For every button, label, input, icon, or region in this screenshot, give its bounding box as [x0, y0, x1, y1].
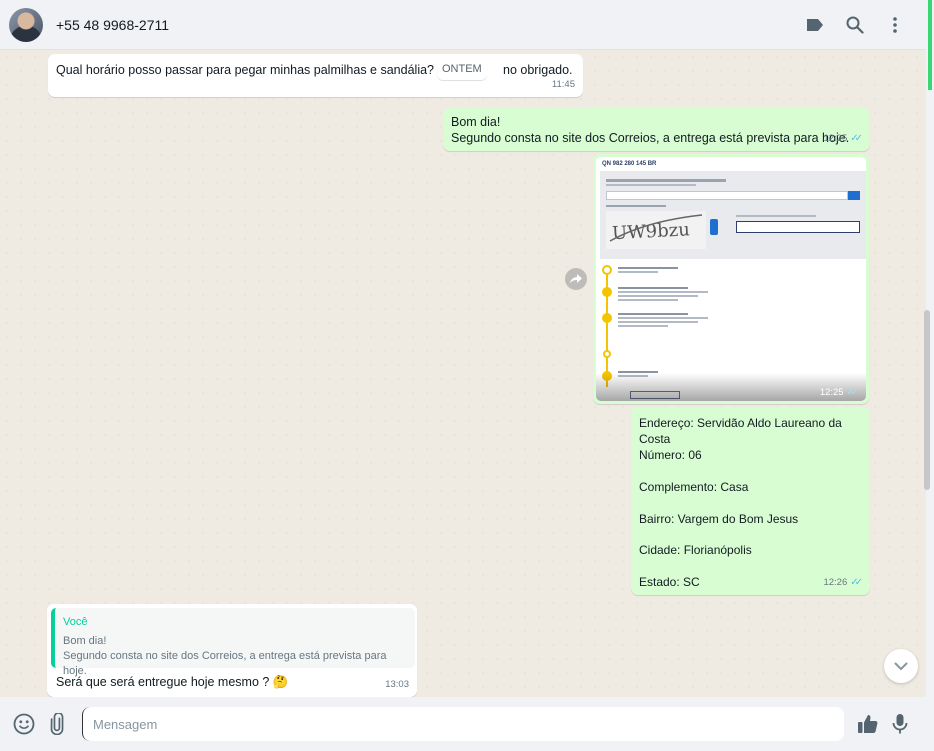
message-outgoing[interactable]: Bom dia! Segundo consta no site dos Corr…: [443, 108, 870, 151]
address-neighborhood: Bairro: Vargem do Bom Jesus: [639, 512, 799, 526]
search-icon[interactable]: [844, 14, 866, 36]
message-time: 12:26: [823, 577, 848, 588]
tracking-search-panel: UW9bzu: [600, 171, 866, 259]
address-street: Endereço: Servidão Aldo Laureano da Cost…: [639, 416, 842, 446]
quote-line: Bom dia!: [63, 635, 107, 647]
address-number: Número: 06: [639, 448, 702, 462]
address-city: Cidade: Florianópolis: [639, 543, 752, 557]
message-line: Segundo consta no site dos Correios, a e…: [451, 131, 850, 145]
thumbs-up-icon[interactable]: [856, 712, 880, 736]
accent-bar: [928, 0, 932, 90]
message-text: Será que será entregue hoje mesmo ? 🤔: [56, 674, 288, 690]
read-ticks-icon: ✓✓: [846, 387, 859, 398]
read-ticks-icon: ✓✓: [850, 577, 863, 588]
quote-author: Você: [63, 616, 88, 628]
message-meta: 12:26 ✓✓: [823, 575, 862, 591]
message-incoming[interactable]: Você Bom dia! Segundo consta no site dos…: [47, 604, 417, 697]
emoji-icon[interactable]: [12, 712, 36, 736]
chevron-down-icon: [894, 661, 908, 670]
chat-header: +55 48 9968-2711: [0, 0, 926, 50]
scroll-down-button[interactable]: [884, 649, 918, 683]
message-time: 11:45: [551, 79, 575, 90]
address-complement: Complemento: Casa: [639, 480, 749, 494]
compose-bar: [0, 697, 926, 751]
contact-name[interactable]: +55 48 9968-2711: [56, 17, 169, 33]
thinking-emoji: 🤔: [272, 675, 289, 689]
message-time: 12:25: [819, 387, 844, 398]
message-meta: 12:25 ✓✓: [823, 131, 862, 147]
attach-icon[interactable]: [46, 712, 70, 736]
captcha-image: UW9bzu: [606, 211, 706, 249]
chat-area[interactable]: Qual horário posso passar para pegar min…: [0, 50, 926, 697]
svg-text:UW9bzu: UW9bzu: [612, 219, 691, 244]
read-ticks-icon: ✓✓: [850, 133, 863, 144]
tracking-code: QN 982 280 145 BR: [602, 161, 657, 167]
message-text-part: Será que será entregue hoje mesmo ?: [56, 675, 270, 689]
date-chip: ONTEM: [437, 58, 487, 80]
message-time: 12:25: [823, 133, 848, 144]
message-time: 13:03: [385, 679, 409, 690]
message-text-tail: no obrigado.: [503, 63, 573, 77]
message-text: Qual horário posso passar para pegar min…: [56, 62, 573, 78]
quoted-message[interactable]: Você Bom dia! Segundo consta no site dos…: [51, 608, 415, 677]
message-text-part: Qual horário posso passar para pegar min…: [56, 63, 460, 77]
header-actions: [804, 14, 906, 36]
forward-icon[interactable]: [565, 268, 587, 290]
message-meta: 12:25 ✓✓: [819, 387, 859, 398]
label-icon[interactable]: [804, 14, 826, 36]
message-input[interactable]: [82, 707, 844, 741]
address-state: Estado: SC: [639, 575, 700, 589]
microphone-icon[interactable]: [888, 712, 912, 736]
menu-icon[interactable]: [884, 14, 906, 36]
message-incoming[interactable]: Qual horário posso passar para pegar min…: [48, 54, 583, 97]
contact-avatar[interactable]: [9, 7, 43, 42]
message-outgoing[interactable]: Endereço: Servidão Aldo Laureano da Cost…: [631, 407, 870, 595]
tracking-screenshot-image[interactable]: QN 982 280 145 BR UW9bzu 12:25 ✓✓: [596, 157, 866, 401]
chat-scrollbar[interactable]: [924, 310, 930, 490]
message-image[interactable]: QN 982 280 145 BR UW9bzu 12:25 ✓✓: [593, 154, 869, 404]
message-line: Bom dia!: [451, 115, 501, 129]
